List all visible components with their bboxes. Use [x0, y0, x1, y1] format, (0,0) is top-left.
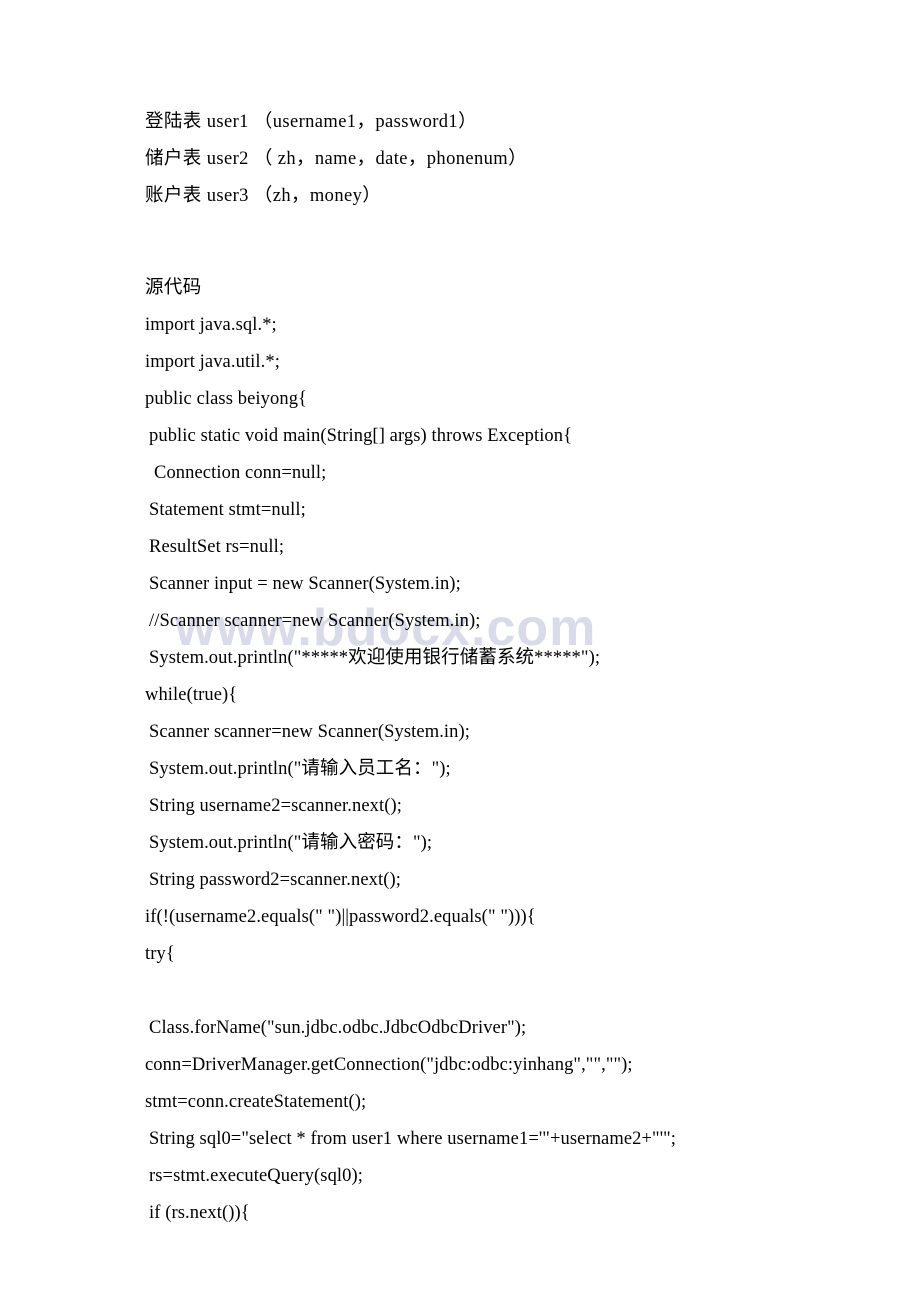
code-line: try{: [145, 944, 175, 964]
code-line: ResultSet rs=null;: [149, 537, 285, 557]
schema-line: 储户表 user2 （ zh，name，date，phonenum）: [145, 149, 527, 169]
code-line: String username2=scanner.next();: [149, 796, 403, 816]
code-line: Scanner input = new Scanner(System.in);: [149, 574, 461, 594]
schema-line: 账户表 user3 （zh，money）: [145, 186, 382, 206]
schema-block: 登陆表 user1 （username1，password1） 储户表 user…: [145, 104, 880, 215]
code-line: Statement stmt=null;: [149, 500, 306, 520]
code-line: public class beiyong{: [145, 389, 308, 409]
code-line: //Scanner scanner=new Scanner(System.in)…: [149, 611, 481, 631]
code-line: stmt=conn.createStatement();: [145, 1092, 367, 1112]
code-line: System.out.println("请输入员工名：");: [149, 759, 451, 779]
code-line: conn=DriverManager.getConnection("jdbc:o…: [145, 1055, 633, 1075]
source-code-block: import java.sql.*; import java.util.*; pub…: [145, 307, 880, 1232]
document-content: 登陆表 user1 （username1，password1） 储户表 user…: [0, 0, 920, 1232]
code-line: import java.sql.*;: [145, 315, 277, 335]
code-line: String sql0="select * from user1 where u…: [149, 1129, 677, 1149]
code-line: if(!(username2.equals(" ")||password2.eq…: [145, 907, 536, 927]
code-line: Class.forName("sun.jdbc.odbc.JdbcOdbcDri…: [149, 1018, 527, 1038]
code-line: rs=stmt.executeQuery(sql0);: [149, 1166, 364, 1186]
source-code-heading: 源代码: [145, 278, 202, 298]
code-line: System.out.println("*****欢迎使用银行储蓄系统*****…: [149, 648, 601, 668]
code-line: System.out.println("请输入密码：");: [149, 833, 433, 853]
code-line: while(true){: [145, 685, 238, 705]
code-line: String password2=scanner.next();: [149, 870, 402, 890]
document-page: www.bdocx.com 登陆表 user1 （username1，passw…: [0, 0, 920, 1302]
code-line: Scanner scanner=new Scanner(System.in);: [149, 722, 471, 742]
code-line: Connection conn=null;: [154, 463, 327, 483]
code-line: if (rs.next()){: [149, 1203, 250, 1223]
code-line: import java.util.*;: [145, 352, 280, 372]
code-line: public static void main(String[] args) t…: [149, 426, 573, 446]
schema-line: 登陆表 user1 （username1，password1）: [145, 112, 477, 132]
